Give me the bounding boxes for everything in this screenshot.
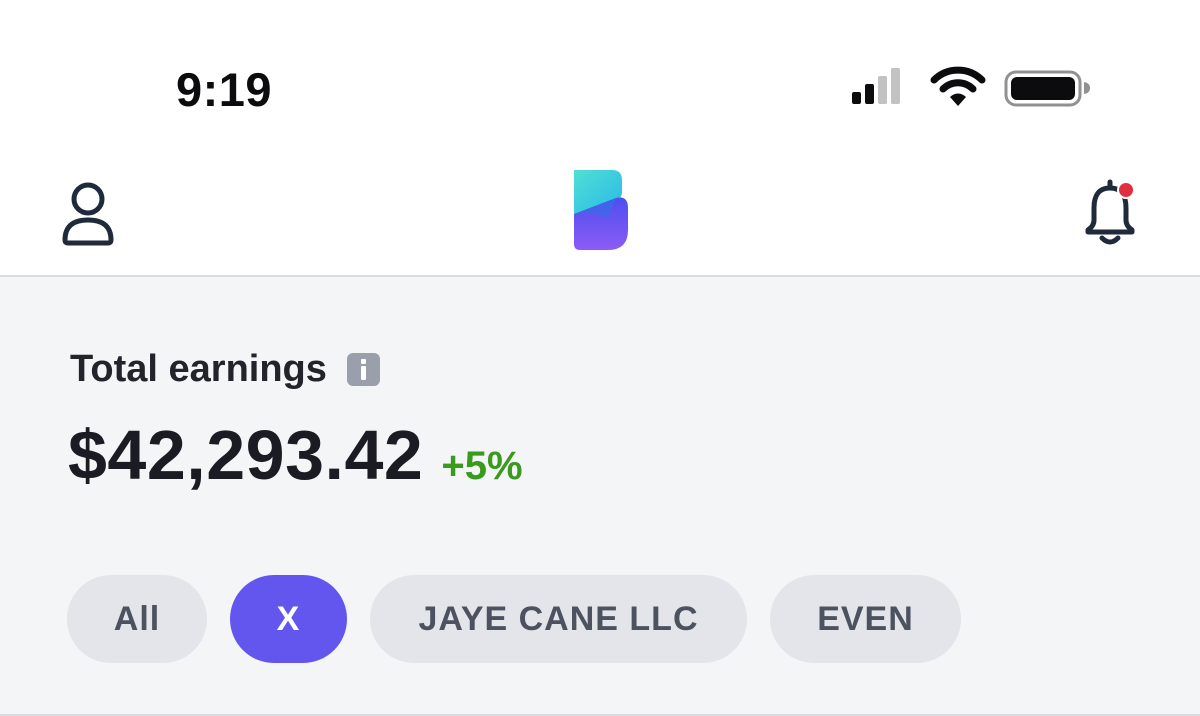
battery-icon <box>1004 70 1090 107</box>
notifications-button[interactable] <box>1080 176 1148 250</box>
status-bar: 9:19 <box>0 0 1200 150</box>
app-screen: 9:19 Total earnings $42,293.42 +5% All X… <box>0 0 1200 716</box>
earnings-section: Total earnings $42,293.42 +5% All X JAYE… <box>0 277 1200 716</box>
filter-chip-x[interactable]: X <box>230 575 347 663</box>
filter-chip-jaye-cane-llc[interactable]: JAYE CANE LLC <box>370 575 747 663</box>
profile-button[interactable] <box>56 180 120 248</box>
total-earnings-amount: $42,293.42 <box>68 416 424 494</box>
notification-dot <box>1117 181 1135 199</box>
app-logo <box>574 170 628 250</box>
earnings-amount-row: $42,293.42 +5% <box>68 415 523 495</box>
wifi-icon <box>930 66 986 106</box>
filter-chip-all[interactable]: All <box>67 575 207 663</box>
filter-chips: All X JAYE CANE LLC EVEN <box>67 575 961 663</box>
total-earnings-label: Total earnings <box>70 347 327 390</box>
bell-icon <box>1085 179 1135 245</box>
filter-chip-even[interactable]: EVEN <box>770 575 961 663</box>
app-header <box>0 150 1200 277</box>
info-icon[interactable] <box>346 352 380 386</box>
earnings-label-row: Total earnings <box>70 347 380 391</box>
cellular-signal-icon <box>852 68 900 104</box>
status-time: 9:19 <box>176 63 273 116</box>
user-profile-icon <box>62 182 114 246</box>
earnings-change-percent: +5% <box>441 444 523 488</box>
